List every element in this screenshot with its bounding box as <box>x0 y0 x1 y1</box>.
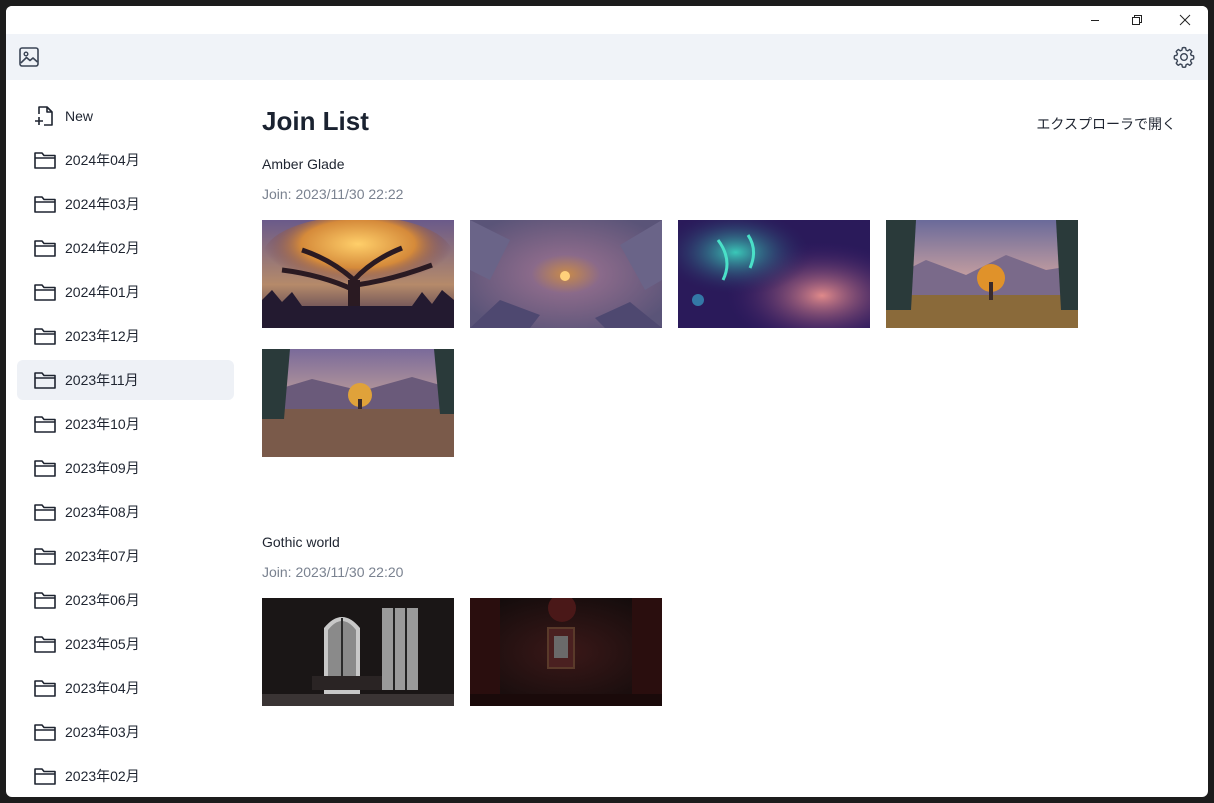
sidebar-item-folder[interactable]: 2024年02月 <box>17 228 234 268</box>
sidebar-item-label: New <box>65 108 94 124</box>
photo-thumbnail[interactable] <box>470 220 662 328</box>
photo-thumbnail[interactable] <box>262 349 454 457</box>
folder-icon <box>34 284 56 301</box>
sidebar-item-label: 2023年09月 <box>65 460 140 476</box>
image-icon[interactable] <box>18 46 40 68</box>
sidebar-item-folder[interactable]: 2024年03月 <box>17 184 234 224</box>
restore-icon <box>1132 15 1142 25</box>
photo-thumbnail[interactable] <box>678 220 870 328</box>
sidebar-item-folder[interactable]: 2023年03月 <box>17 712 234 752</box>
sidebar-item-label: 2023年02月 <box>65 768 140 784</box>
sidebar-item-label: 2024年01月 <box>65 284 140 300</box>
sidebar-item-folder[interactable]: 2023年06月 <box>17 580 234 620</box>
sidebar-item-folder[interactable]: 2023年09月 <box>17 448 234 488</box>
close-button[interactable] <box>1162 6 1208 34</box>
minimize-icon <box>1091 20 1099 21</box>
sidebar-item-folder[interactable]: 2023年12月 <box>17 316 234 356</box>
photo-thumbnail[interactable] <box>886 220 1078 328</box>
folder-icon <box>34 768 56 785</box>
join-time: Join: 2023/11/30 22:22 <box>262 186 404 202</box>
photo-thumbnail[interactable] <box>262 598 454 706</box>
world-name: Amber Glade <box>262 156 345 172</box>
world-name: Gothic world <box>262 534 340 550</box>
open-explorer-link[interactable]: エクスプローラで開く <box>1036 114 1176 134</box>
sidebar-item-folder[interactable]: 2024年04月 <box>17 140 234 180</box>
photo-thumbnail[interactable] <box>262 220 454 328</box>
folder-icon <box>34 240 56 257</box>
photo-thumbnail[interactable] <box>470 598 662 706</box>
close-icon <box>1179 14 1191 26</box>
app-window: New 2024年04月 2024年03月 2024年02月 2024年01月 … <box>6 6 1208 797</box>
new-file-icon <box>35 106 53 126</box>
folder-icon <box>34 680 56 697</box>
sidebar-item-folder[interactable]: 2023年10月 <box>17 404 234 444</box>
folder-icon <box>34 196 56 213</box>
gear-icon[interactable] <box>1172 45 1196 69</box>
sidebar-item-label: 2023年06月 <box>65 592 140 608</box>
sidebar-item-folder-selected[interactable]: 2023年11月 <box>17 360 234 400</box>
folder-icon <box>34 152 56 169</box>
sidebar-item-label: 2023年08月 <box>65 504 140 520</box>
sidebar-item-folder[interactable]: 2023年02月 <box>17 756 234 796</box>
sidebar-item-label: 2024年03月 <box>65 196 140 212</box>
sidebar-item-folder[interactable]: 2023年05月 <box>17 624 234 664</box>
sidebar-item-folder[interactable]: 2024年01月 <box>17 272 234 312</box>
sidebar-item-folder[interactable]: 2023年07月 <box>17 536 234 576</box>
folder-icon <box>34 372 56 389</box>
sidebar-item-folder[interactable]: 2023年04月 <box>17 668 234 708</box>
sidebar: New 2024年04月 2024年03月 2024年02月 2024年01月 … <box>6 80 246 797</box>
join-time: Join: 2023/11/30 22:20 <box>262 564 404 580</box>
sidebar-item-label: 2023年11月 <box>65 372 139 388</box>
sidebar-item-folder[interactable]: 2023年08月 <box>17 492 234 532</box>
sidebar-item-new[interactable]: New <box>17 96 234 136</box>
maximize-button[interactable] <box>1114 6 1160 34</box>
folder-icon <box>34 548 56 565</box>
sidebar-item-label: 2023年10月 <box>65 416 140 432</box>
sidebar-item-label: 2023年04月 <box>65 680 140 696</box>
sidebar-item-label: 2024年02月 <box>65 240 140 256</box>
sidebar-item-label: 2023年05月 <box>65 636 140 652</box>
toolbar <box>6 34 1208 80</box>
folder-icon <box>34 636 56 653</box>
folder-icon <box>34 416 56 433</box>
page-title: Join List <box>262 106 369 136</box>
main-content: Join List エクスプローラで開く Amber Glade Join: 2… <box>246 80 1208 797</box>
folder-icon <box>34 504 56 521</box>
folder-icon <box>34 724 56 741</box>
folder-icon <box>34 328 56 345</box>
minimize-button[interactable] <box>1072 6 1118 34</box>
folder-icon <box>34 460 56 477</box>
sidebar-item-label: 2023年07月 <box>65 548 140 564</box>
sidebar-item-label: 2024年04月 <box>65 152 140 168</box>
sidebar-item-label: 2023年12月 <box>65 328 140 344</box>
folder-icon <box>34 592 56 609</box>
sidebar-item-label: 2023年03月 <box>65 724 140 740</box>
title-bar[interactable] <box>6 6 1208 34</box>
